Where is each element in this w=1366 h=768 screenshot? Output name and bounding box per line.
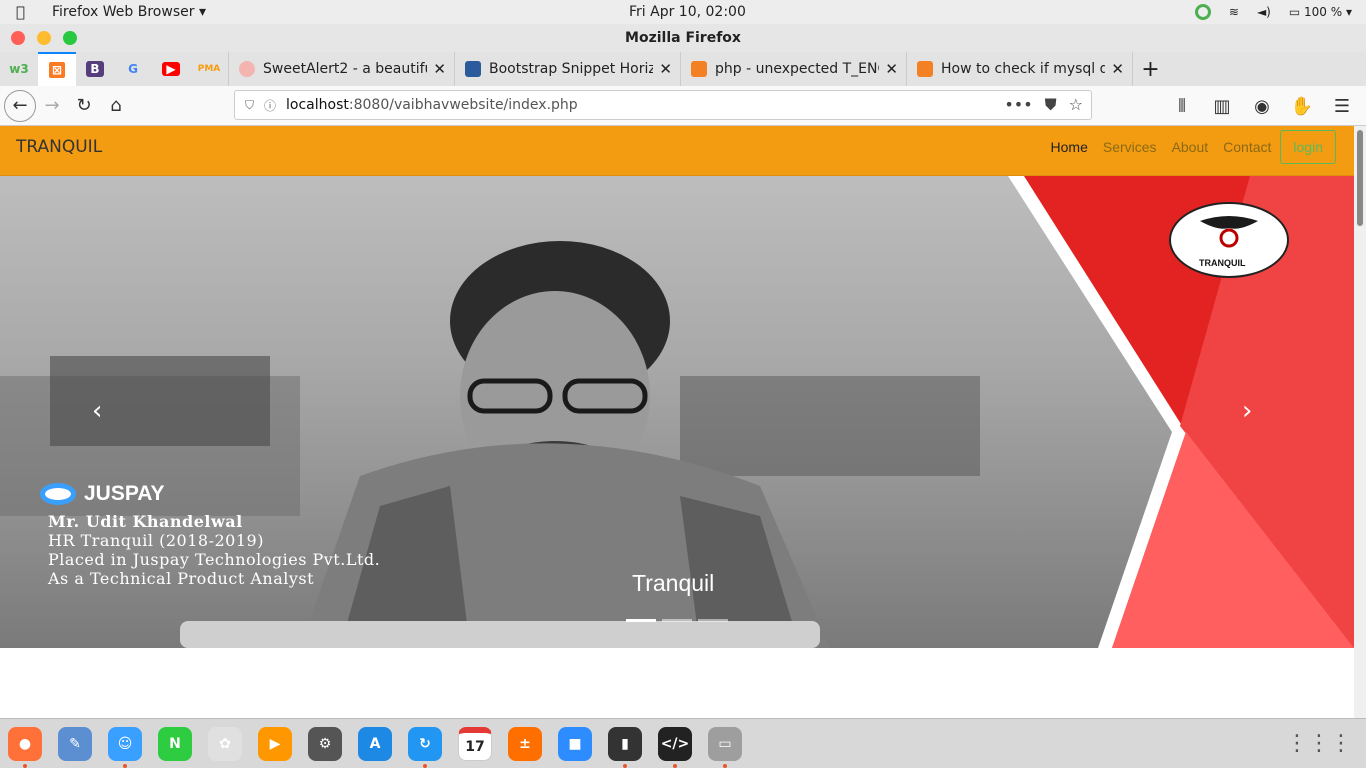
sidebar-icon[interactable]: ▥ xyxy=(1206,90,1238,122)
nav-link-contact[interactable]: Contact xyxy=(1223,139,1271,155)
pinned-tab-google[interactable]: G xyxy=(114,52,152,86)
code-editor-icon[interactable]: </> xyxy=(658,727,692,761)
library-icon[interactable]: ⫴ xyxy=(1166,90,1198,122)
close-tab-icon[interactable]: ✕ xyxy=(433,60,446,78)
page-actions-icon[interactable]: ••• xyxy=(1004,95,1032,115)
sync-icon[interactable]: ↻ xyxy=(408,727,442,761)
pinned-tab-w3[interactable]: w3 xyxy=(0,52,38,86)
shield-icon[interactable]: ⛉ xyxy=(245,98,254,113)
pinned-tab-youtube[interactable]: ▶ xyxy=(152,52,190,86)
bookmark-star-icon[interactable]: ☆ xyxy=(1069,95,1083,115)
app-menu[interactable]: Firefox Web Browser ▾ xyxy=(52,4,206,20)
window-titlebar: Mozilla Firefox xyxy=(0,24,1366,52)
extension-icon[interactable]: ✋ xyxy=(1286,90,1318,122)
sync-status-icon[interactable] xyxy=(1194,4,1211,20)
url-text[interactable]: localhost:8080/vaibhavwebsite/index.php xyxy=(286,97,578,113)
web-page: TRANQUIL Home Services About Contact log… xyxy=(0,126,1366,718)
terminal-icon[interactable]: ▮ xyxy=(608,727,642,761)
pinned-tab-phpmyadmin[interactable]: PMA xyxy=(190,52,228,86)
clock[interactable]: Fri Apr 10, 02:00 xyxy=(629,4,746,20)
carousel-indicator-3[interactable] xyxy=(698,619,728,622)
juspay-logo: JUSPAY xyxy=(40,482,165,506)
tab-bar: w3 ⊠ B G ▶ PMA SweetAlert2 - a beautiful… xyxy=(0,52,1366,86)
finder-icon[interactable]: ☺ xyxy=(108,727,142,761)
reload-button[interactable]: ↻ xyxy=(68,90,100,122)
calendar-icon[interactable]: 17 xyxy=(458,727,492,761)
carousel-indicators xyxy=(626,619,728,622)
tab-php-unexpected[interactable]: php - unexpected T_ENC ✕ xyxy=(680,52,906,86)
apple-icon[interactable]:  xyxy=(16,3,36,21)
pinned-tab-xampp[interactable]: ⊠ xyxy=(38,52,76,86)
running-indicator xyxy=(423,764,427,768)
bootsnipp-icon xyxy=(465,61,481,77)
site-navbar: TRANQUIL Home Services About Contact log… xyxy=(0,126,1354,176)
sweetalert-icon xyxy=(239,61,255,77)
settings-icon[interactable]: ⚙ xyxy=(308,727,342,761)
close-tab-icon[interactable]: ✕ xyxy=(885,60,898,78)
nav-link-home[interactable]: Home xyxy=(1051,139,1088,155)
zoom-icon[interactable]: ■ xyxy=(558,727,592,761)
calculator-icon[interactable]: ± xyxy=(508,727,542,761)
close-tab-icon[interactable]: ✕ xyxy=(659,60,672,78)
image-carousel: TRANQUIL JUSPAY Mr. Udit Khandelwal HR T… xyxy=(0,176,1354,648)
home-button[interactable]: ⌂ xyxy=(100,90,132,122)
tab-sweetalert[interactable]: SweetAlert2 - a beautiful ✕ xyxy=(228,52,454,86)
battery-status[interactable]: ▭ 100 % ▾ xyxy=(1289,5,1352,19)
carousel-next-button[interactable]: › xyxy=(1242,396,1252,426)
new-tab-button[interactable]: + xyxy=(1132,52,1168,86)
tab-bootstrap-snippet[interactable]: Bootstrap Snippet Horizo ✕ xyxy=(454,52,680,86)
volume-icon[interactable]: ◄) xyxy=(1257,5,1271,19)
juspay-mark-icon xyxy=(40,483,76,505)
close-tab-icon[interactable]: ✕ xyxy=(1111,60,1124,78)
login-button[interactable]: login xyxy=(1280,130,1336,164)
os-menubar:  Firefox Web Browser ▾ Fri Apr 10, 02:0… xyxy=(0,0,1366,24)
window-title: Mozilla Firefox xyxy=(625,30,741,46)
app-grid-icon[interactable]: ⋮⋮⋮ xyxy=(1286,731,1352,756)
photos-icon[interactable]: ✿ xyxy=(208,727,242,761)
stackoverflow-icon xyxy=(691,61,707,77)
screen-icon[interactable]: ▭ xyxy=(708,727,742,761)
stackoverflow-icon xyxy=(917,61,933,77)
tab-mysql-check[interactable]: How to check if mysql da ✕ xyxy=(906,52,1132,86)
forward-button[interactable]: → xyxy=(36,90,68,122)
running-indicator xyxy=(123,764,127,768)
menu-icon[interactable]: ☰ xyxy=(1326,90,1358,122)
wifi-icon[interactable]: ≋ xyxy=(1229,5,1239,19)
page-scrollbar[interactable] xyxy=(1354,126,1366,718)
app-store-icon[interactable]: A xyxy=(358,727,392,761)
pocket-icon[interactable]: ⛊ xyxy=(1045,95,1057,115)
back-button[interactable]: ← xyxy=(4,89,36,122)
dock: ● ✎ ☺ N ✿ ▶ ⚙ A ↻ 17 ± ■ ▮ </> ▭ ⋮⋮⋮ xyxy=(0,718,1366,768)
account-icon[interactable]: ◉ xyxy=(1246,90,1278,122)
carousel-indicator-1[interactable] xyxy=(626,619,656,622)
running-indicator xyxy=(623,764,627,768)
nav-link-about[interactable]: About xyxy=(1172,139,1209,155)
running-indicator xyxy=(723,764,727,768)
info-icon[interactable]: ⓘ xyxy=(264,97,276,114)
carousel-indicator-2[interactable] xyxy=(662,619,692,622)
site-brand[interactable]: TRANQUIL xyxy=(16,137,102,157)
pinned-tab-bootstrap[interactable]: B xyxy=(76,52,114,86)
firefox-icon[interactable]: ● xyxy=(8,727,42,761)
url-bar[interactable]: ⛉ ⓘ localhost:8080/vaibhavwebsite/index.… xyxy=(234,90,1092,120)
slide-logo-text: TRANQUIL xyxy=(1199,258,1246,268)
notes-icon[interactable]: N xyxy=(158,727,192,761)
nav-link-services[interactable]: Services xyxy=(1103,139,1157,155)
media-player-icon[interactable]: ▶ xyxy=(258,727,292,761)
preview-icon[interactable]: ✎ xyxy=(58,727,92,761)
slide-caption: Tranquil xyxy=(632,570,715,596)
carousel-prev-button[interactable]: ‹ xyxy=(92,396,102,426)
scrollbar-thumb[interactable] xyxy=(1357,130,1363,226)
running-indicator xyxy=(23,764,27,768)
browser-toolbar: ← → ↻ ⌂ ⛉ ⓘ localhost:8080/vaibhavwebsit… xyxy=(0,86,1366,126)
slide-testimonial: Mr. Udit Khandelwal HR Tranquil (2018-20… xyxy=(48,512,381,588)
running-indicator xyxy=(673,764,677,768)
